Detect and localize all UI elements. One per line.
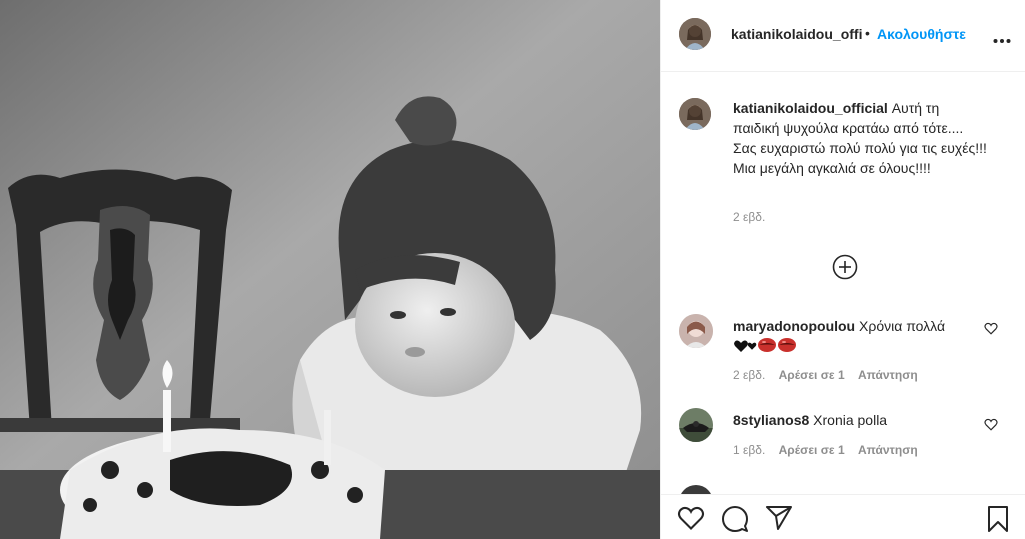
comment-text-block: 8stylianos8 Xronia polla	[733, 410, 973, 430]
avatar-photo-icon	[679, 314, 713, 348]
comment-like-button[interactable]	[984, 418, 998, 436]
comment-username-link[interactable]: 8stylianos8	[733, 412, 809, 428]
comment-meta: 2 εβδ. Αρέσει σε 1 Απάντηση	[733, 368, 928, 382]
caption-author-avatar[interactable]	[679, 98, 711, 130]
like-button[interactable]	[677, 505, 705, 536]
kiss-mark-icon	[778, 338, 796, 352]
post-side-panel: katianikolaidou_offi • Ακολουθήστε katia…	[660, 0, 1025, 539]
plus-circle-icon	[832, 254, 858, 280]
caption-timestamp[interactable]: 2 εβδ.	[733, 210, 765, 224]
comment-text: Xronia polla	[813, 412, 888, 428]
comment-bubble-icon	[722, 506, 748, 532]
comment-like-button[interactable]	[984, 322, 998, 340]
avatar-photo-icon	[679, 18, 711, 50]
comment-avatar[interactable]	[679, 314, 713, 348]
comment-text-block: maryadonopoulou Χρόνια πολλά	[733, 316, 973, 356]
caption-username-link[interactable]: katianikolaidou_official	[733, 100, 888, 116]
post-header: katianikolaidou_offi • Ακολουθήστε	[661, 0, 1025, 72]
more-horizontal-icon	[993, 39, 1011, 43]
comment-avatar[interactable]	[679, 408, 713, 442]
comment-likes-count[interactable]: Αρέσει σε 1	[779, 368, 845, 382]
avatar-photo-icon	[679, 408, 713, 442]
comment-reply-button[interactable]: Απάντηση	[858, 443, 918, 457]
post-actions-bar	[661, 494, 1025, 539]
black-heart-icon	[747, 342, 757, 350]
comment-item: 8stylianos8 Xronia polla 1 εβδ. Αρέσει σ…	[661, 408, 1025, 488]
avatar-photo-icon	[679, 98, 711, 130]
heart-outline-icon	[984, 418, 998, 431]
comment-username-link[interactable]: maryadonopoulou	[733, 318, 855, 334]
author-username-link[interactable]: katianikolaidou_offi	[731, 26, 864, 42]
comment-button[interactable]	[721, 505, 749, 538]
follow-separator-dot: •	[865, 25, 870, 41]
follow-button[interactable]: Ακολουθήστε	[877, 26, 966, 42]
save-button[interactable]	[986, 505, 1010, 538]
black-and-white-child-birthday-cake-photo	[0, 0, 660, 539]
comment-item: maryadonopoulou Χρόνια πολλά 2 εβδ. Αρέσ…	[661, 314, 1025, 394]
bookmark-icon	[988, 506, 1008, 532]
comment-meta: 1 εβδ. Αρέσει σε 1 Απάντηση	[733, 443, 928, 457]
comment-likes-count[interactable]: Αρέσει σε 1	[779, 443, 845, 457]
comment-timestamp[interactable]: 1 εβδ.	[733, 443, 765, 457]
load-more-comments-button[interactable]	[832, 254, 858, 285]
comment-text: Χρόνια πολλά	[859, 318, 946, 334]
comment-reply-button[interactable]: Απάντηση	[858, 368, 918, 382]
author-avatar[interactable]	[679, 18, 711, 50]
comment-timestamp[interactable]: 2 εβδ.	[733, 368, 765, 382]
more-options-button[interactable]	[993, 31, 1011, 49]
share-button[interactable]	[765, 505, 793, 536]
caption-text-block: katianikolaidou_official Αυτή τη παιδική…	[733, 98, 988, 178]
post-photo[interactable]	[0, 0, 660, 539]
paper-plane-icon	[766, 506, 792, 530]
heart-outline-icon	[677, 506, 705, 530]
heart-outline-icon	[984, 322, 998, 335]
kiss-mark-icon	[758, 338, 776, 352]
